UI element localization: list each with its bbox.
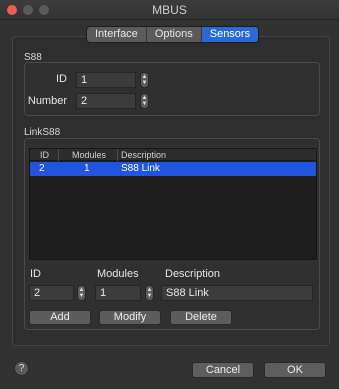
up-down-arrows-icon[interactable]: ▲ ▼	[145, 285, 154, 301]
column-header-modules[interactable]: Modules	[72, 149, 106, 161]
cell-id: 2	[39, 163, 45, 174]
cancel-button[interactable]: Cancel	[192, 362, 254, 378]
links88-section-label: LinkS88	[24, 127, 61, 138]
up-down-arrows-icon[interactable]: ▲ ▼	[77, 285, 86, 301]
s88-number-field[interactable]: 2	[76, 93, 136, 109]
modify-button[interactable]: Modify	[99, 310, 161, 325]
up-down-arrows-icon[interactable]: ▲ ▼	[140, 72, 149, 88]
s88-id-field[interactable]: 1	[76, 72, 136, 88]
column-divider	[117, 149, 118, 161]
tab-bar: Interface Options Sensors	[86, 26, 260, 43]
s88-group	[24, 62, 320, 116]
editor-modules-label: Modules	[97, 268, 139, 280]
cell-modules: 1	[84, 163, 90, 174]
window-title: MBUS	[152, 3, 187, 17]
add-button[interactable]: Add	[29, 310, 91, 325]
cell-description: S88 Link	[121, 163, 160, 174]
column-divider	[58, 149, 59, 161]
up-down-arrows-icon[interactable]: ▲ ▼	[140, 93, 149, 109]
delete-button[interactable]: Delete	[170, 310, 232, 325]
editor-id-field[interactable]: 2	[29, 285, 74, 301]
editor-id-label: ID	[30, 268, 41, 280]
question-mark-icon[interactable]: ?	[14, 361, 29, 376]
title-bar: MBUS	[0, 0, 339, 20]
tab-sensors[interactable]: Sensors	[201, 27, 259, 42]
tab-options[interactable]: Options	[147, 27, 202, 42]
editor-description-field[interactable]: S88 Link	[161, 285, 313, 301]
links88-table[interactable]: ID Modules Description 2 1 S88 Link	[29, 148, 317, 260]
editor-description-label: Description	[165, 268, 221, 280]
tab-interface[interactable]: Interface	[87, 27, 147, 42]
s88-number-label: Number	[27, 95, 67, 107]
ok-button[interactable]: OK	[264, 362, 326, 378]
column-header-description[interactable]: Description	[121, 149, 166, 161]
editor-modules-field[interactable]: 1	[95, 285, 141, 301]
s88-id-label: ID	[56, 73, 67, 85]
table-header: ID Modules Description	[30, 149, 316, 161]
settings-window: MBUS Interface Options Sensors S88 ID 1 …	[0, 0, 339, 389]
table-row[interactable]: 2 1 S88 Link	[30, 162, 316, 176]
column-header-id[interactable]: ID	[40, 149, 49, 161]
